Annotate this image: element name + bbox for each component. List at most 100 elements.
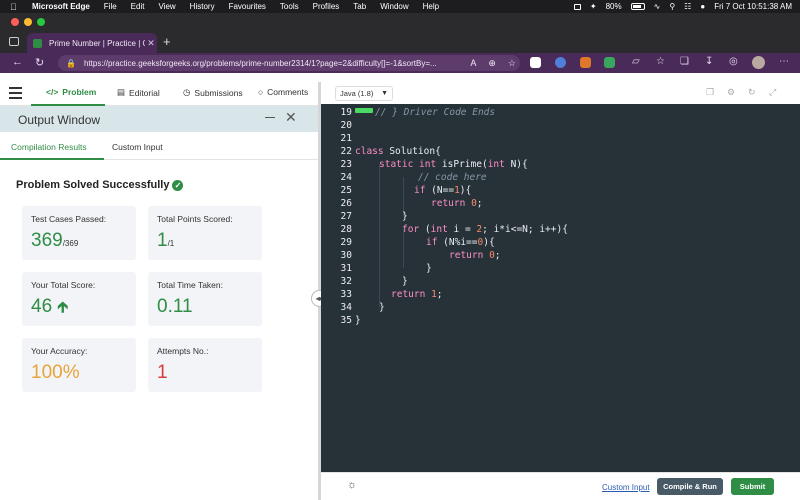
apple-icon[interactable]:  (10, 2, 20, 12)
address-bar[interactable]: 🔒 https://practice.geeksforgeeks.org/pro… (58, 55, 520, 71)
maximize-window-icon[interactable] (37, 18, 45, 26)
card-test-cases-total: /369 (62, 239, 79, 248)
reset-icon[interactable]: ↻ (748, 87, 756, 98)
output-window-title: Output Window (18, 113, 101, 127)
folded-code-marker[interactable] (355, 108, 373, 113)
screen-mirror-icon[interactable] (573, 3, 581, 10)
reload-icon[interactable]: ↻ (35, 56, 44, 69)
card-total-points-value-wrap: 1/1 (157, 230, 174, 252)
chevron-down-icon: ▼ (381, 90, 388, 97)
control-center-icon[interactable]: ☷ (684, 2, 691, 11)
code-line: } (402, 276, 408, 287)
card-accuracy-value: 100% (31, 362, 80, 383)
card-total-points: Total Points Scored: 1/1 (148, 206, 262, 260)
menu-view[interactable]: View (158, 2, 175, 11)
minimize-panel-icon[interactable] (265, 117, 275, 118)
copy-icon[interactable]: ❐ (706, 87, 714, 98)
menu-file[interactable]: File (104, 2, 117, 11)
collections-icon[interactable]: ❏ (680, 56, 689, 67)
extension-1-icon[interactable] (530, 57, 541, 68)
menu-app-name[interactable]: Microsoft Edge (32, 2, 90, 11)
favourite-star-icon[interactable]: ☆ (508, 58, 516, 69)
menu-tools[interactable]: Tools (280, 2, 299, 11)
menu-window[interactable]: Window (380, 2, 408, 11)
new-tab-icon[interactable]: + (163, 34, 171, 49)
extension-3-icon[interactable] (580, 57, 591, 68)
language-select[interactable]: Java (1.8) ▼ (335, 86, 393, 101)
document-icon: ▤ (117, 87, 126, 97)
menu-profiles[interactable]: Profiles (313, 2, 340, 11)
card-total-score-value-wrap: 46 🡱 (31, 296, 68, 322)
code-line: } (355, 315, 361, 326)
submit-button[interactable]: Submit (731, 478, 774, 495)
custom-input-link[interactable]: Custom Input (602, 483, 650, 492)
chat-icon: ○ (258, 87, 264, 97)
fullscreen-icon[interactable]: ⤢ (769, 87, 776, 98)
code-editor[interactable]: 19 // } Driver Code Ends 20 21 22 class … (321, 104, 800, 472)
favourites-icon[interactable]: ☆ (656, 56, 665, 67)
siri-icon[interactable]: ● (700, 2, 705, 11)
macos-menu-bar:  Microsoft Edge File Edit View History … (0, 0, 800, 13)
card-total-points-label: Total Points Scored: (157, 214, 233, 224)
extension-4-icon[interactable] (604, 57, 615, 68)
lightbulb-icon[interactable]: ☼ (347, 479, 357, 491)
line-number: 29 (340, 237, 352, 248)
tab-problem[interactable]: </> Problem (46, 87, 96, 97)
more-menu-icon[interactable]: ⋯ (779, 56, 789, 67)
tab-comments[interactable]: ○ Comments (258, 87, 308, 97)
hamburger-menu-icon[interactable] (9, 87, 22, 99)
tab-editorial[interactable]: ▤ Editorial (117, 87, 160, 98)
code-line: } (426, 263, 432, 274)
bluetooth-icon[interactable]: ✦ (590, 2, 597, 11)
menu-history[interactable]: History (190, 2, 215, 11)
browser-toolbar: ← ↻ 🔒 https://practice.geeksforgeeks.org… (0, 53, 800, 73)
back-arrow-icon[interactable]: ← (12, 56, 23, 68)
subtab-compilation-results[interactable]: Compilation Results (11, 142, 87, 152)
lock-icon[interactable]: 🔒 (66, 59, 76, 68)
downloads-icon[interactable]: ↧ (705, 56, 713, 67)
card-total-score-value: 46 (31, 296, 53, 317)
wifi-icon[interactable]: ∿ (654, 2, 661, 11)
tab-submissions[interactable]: ◷ Submissions (183, 87, 243, 98)
extensions-icon[interactable]: ▱ (632, 56, 640, 67)
tab-comments-label: Comments (267, 87, 309, 97)
tab-actions-icon[interactable] (9, 37, 19, 46)
minimize-window-icon[interactable] (24, 18, 32, 26)
code-icon: </> (46, 87, 59, 97)
compile-run-button[interactable]: Compile & Run (657, 478, 723, 495)
output-window: Output Window ✕ Compilation Results Cust… (0, 106, 318, 500)
browser-tab-bar: Prime Number | Practice | Geek ✕ + (0, 31, 800, 53)
tab-problem-label: Problem (62, 87, 97, 97)
card-test-cases-label: Test Cases Passed: (31, 214, 107, 224)
url-text[interactable]: https://practice.geeksforgeeks.org/probl… (84, 59, 462, 68)
zoom-icon[interactable]: ⊕ (488, 58, 496, 69)
menu-tab[interactable]: Tab (353, 2, 366, 11)
subtab-custom-input[interactable]: Custom Input (112, 142, 163, 152)
check-circle-icon: ✓ (172, 179, 184, 191)
battery-icon[interactable] (630, 3, 645, 10)
line-number: 24 (340, 172, 352, 183)
code-line: for (int i = 2; i*i<=N; i++){ (402, 224, 568, 235)
line-number: 30 (340, 250, 352, 261)
clock-datetime[interactable]: Fri 7 Oct 10:51:38 AM (714, 2, 792, 11)
close-panel-icon[interactable]: ✕ (285, 109, 297, 126)
menu-help[interactable]: Help (423, 2, 439, 11)
card-attempts-value: 1 (157, 362, 168, 383)
performance-icon[interactable]: ◎ (729, 56, 738, 67)
browser-tab-title: Prime Number | Practice | Geek (49, 38, 145, 48)
status-text: Problem Solved Successfully (16, 179, 170, 191)
output-subtabs: Compilation Results Custom Input (0, 132, 318, 160)
battery-level-fill (632, 5, 641, 8)
code-line: // } Driver Code Ends (375, 107, 496, 118)
close-tab-icon[interactable]: ✕ (145, 38, 157, 49)
read-aloud-icon[interactable]: A (470, 58, 476, 68)
menu-edit[interactable]: Edit (131, 2, 145, 11)
profile-avatar[interactable] (752, 56, 765, 69)
close-window-icon[interactable] (11, 18, 19, 26)
search-icon[interactable]: ⚲ (669, 2, 675, 11)
extension-2-icon[interactable] (555, 57, 566, 68)
settings-icon[interactable]: ⚙ (727, 87, 735, 98)
card-total-score-label: Your Total Score: (31, 280, 96, 290)
menu-favourites[interactable]: Favourites (229, 2, 266, 11)
browser-tab-active[interactable]: Prime Number | Practice | Geek ✕ (27, 33, 157, 53)
